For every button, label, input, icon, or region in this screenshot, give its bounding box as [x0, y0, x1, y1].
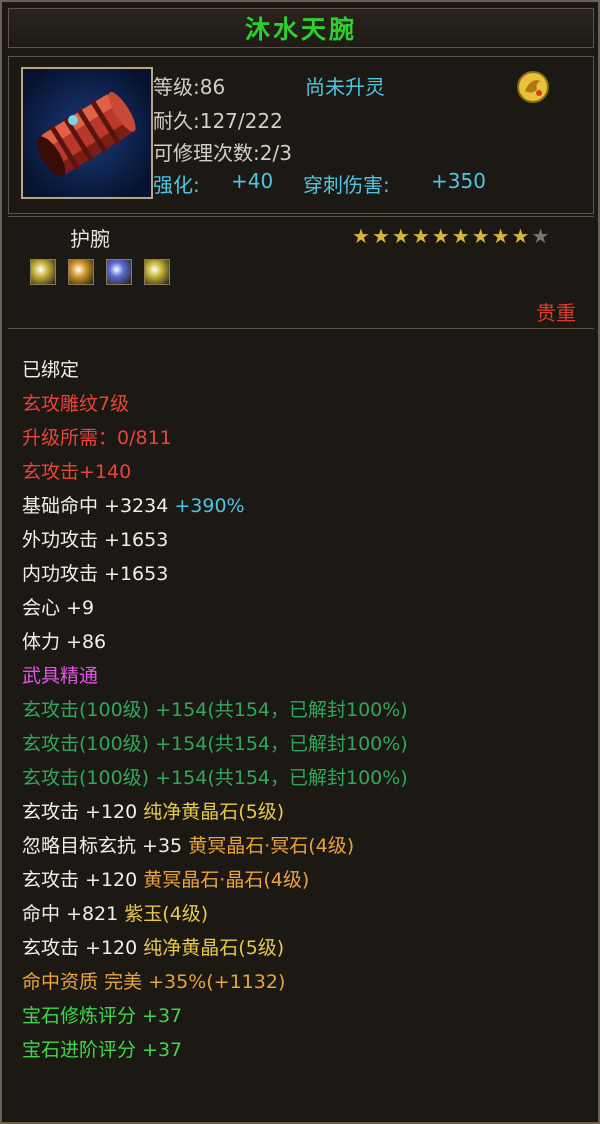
- base-hit-percent: +390%: [174, 495, 245, 517]
- gem-line-5-stat: 玄攻击 +120: [22, 937, 138, 959]
- seal-line-1: 玄攻击(100级) +154(共154，已解封100%): [22, 699, 408, 721]
- gem-line-4-gem: 紫玉(4级): [124, 903, 209, 925]
- gem-line-2-gem: 黄冥晶石·冥石(4级): [188, 835, 355, 857]
- star-filled-icon: ★: [371, 224, 390, 248]
- gem-line-5-gem: 纯净黄晶石(5级): [143, 937, 285, 959]
- item-icon-frame: [21, 67, 153, 199]
- gem-line-2: 忽略目标玄抗 +35 黄冥晶石·冥石(4级): [22, 831, 354, 858]
- upgrade-requirement: 升级所需：0/811: [22, 427, 172, 449]
- gem-line-2-stat: 忽略目标玄抗 +35: [22, 835, 183, 857]
- item-header-panel: 等级:86 尚未升灵 耐久:127/222 可修理次数:2/3 强化: +40 …: [8, 56, 594, 214]
- star-filled-icon: ★: [511, 224, 530, 248]
- gem-line-5: 玄攻击 +120 纯净黄晶石(5级): [22, 933, 284, 960]
- rarity-label: 贵重: [536, 301, 576, 325]
- seal-line-2: 玄攻击(100级) +154(共154，已解封100%): [22, 733, 408, 755]
- gem-line-3-stat: 玄攻击 +120: [22, 869, 138, 891]
- star-filled-icon: ★: [411, 224, 430, 248]
- gem-line-1-gem: 纯净黄晶石(5级): [143, 801, 285, 823]
- star-rating: ★ ★ ★ ★ ★ ★ ★ ★ ★ ★: [352, 225, 549, 247]
- repair-count: 可修理次数:2/3: [153, 141, 292, 165]
- bound-status: 已绑定: [22, 359, 80, 381]
- inner-attack: 内功攻击 +1653: [22, 563, 169, 585]
- gold-gem-icon[interactable]: [30, 259, 56, 285]
- enhance-label: 强化:: [153, 173, 200, 197]
- gem-line-1-stat: 玄攻击 +120: [22, 801, 138, 823]
- star-filled-icon: ★: [471, 224, 490, 248]
- item-tooltip: 沐水天腕 等级:86 尚未升灵 耐久:127/222 可修理次数:2/3 强化:…: [0, 0, 600, 1124]
- gem-line-3-gem: 黄冥晶石·晶石(4级): [143, 869, 310, 891]
- stamina-stat: 体力 +86: [22, 631, 107, 653]
- gold-crest-icon: [517, 71, 549, 103]
- star-empty-icon: ★: [531, 224, 550, 248]
- star-filled-icon: ★: [491, 224, 510, 248]
- enhance-value: +40: [231, 169, 274, 193]
- hit-quality-value: 完美 +35%(+1132): [104, 971, 286, 993]
- item-type: 护腕: [70, 227, 110, 251]
- item-level: 等级:86: [153, 75, 226, 99]
- outer-attack: 外功攻击 +1653: [22, 529, 169, 551]
- gem-line-1: 玄攻击 +120 纯净黄晶石(5级): [22, 797, 284, 824]
- hit-quality-label: 命中资质: [22, 971, 99, 993]
- gem-refine-score: 宝石修炼评分 +37: [22, 1005, 183, 1027]
- engrave-level: 玄攻雕纹7级: [22, 393, 130, 415]
- gold-gem-icon[interactable]: [144, 259, 170, 285]
- gem-line-4-stat: 命中 +821: [22, 903, 119, 925]
- blue-gem-icon[interactable]: [106, 259, 132, 285]
- star-filled-icon: ★: [352, 224, 370, 248]
- red-bracer-icon: [23, 69, 151, 197]
- star-filled-icon: ★: [431, 224, 450, 248]
- gem-advance-score: 宝石进阶评分 +37: [22, 1039, 183, 1061]
- durability: 耐久:127/222: [153, 109, 283, 133]
- xuan-attack: 玄攻击+140: [22, 461, 132, 483]
- amber-gem-icon[interactable]: [68, 259, 94, 285]
- gem-line-3: 玄攻击 +120 黄冥晶石·晶石(4级): [22, 865, 309, 892]
- star-filled-icon: ★: [451, 224, 470, 248]
- mastery-heading: 武具精通: [22, 665, 99, 687]
- base-hit-value: 基础命中 +3234: [22, 495, 169, 517]
- title-bar: 沐水天腕: [8, 8, 594, 48]
- item-name: 沐水天腕: [244, 15, 357, 44]
- item-type-panel: 护腕 ★ ★ ★ ★ ★ ★ ★ ★ ★ ★ 贵重: [8, 216, 594, 326]
- hit-quality: 命中资质 完美 +35%(+1132): [22, 967, 285, 994]
- seal-line-3: 玄攻击(100级) +154(共154，已解封100%): [22, 767, 408, 789]
- spirit-status: 尚未升灵: [305, 75, 385, 99]
- base-hit: 基础命中 +3234 +390%: [22, 491, 245, 518]
- pierce-value: +350: [431, 169, 486, 193]
- pierce-label: 穿刺伤害:: [303, 173, 390, 197]
- star-filled-icon: ★: [391, 224, 410, 248]
- attribute-list: 已绑定 玄攻雕纹7级 升级所需：0/811 玄攻击+140 基础命中 +3234…: [8, 328, 594, 1118]
- gem-line-4: 命中 +821 紫玉(4级): [22, 899, 208, 926]
- crit-stat: 会心 +9: [22, 597, 95, 619]
